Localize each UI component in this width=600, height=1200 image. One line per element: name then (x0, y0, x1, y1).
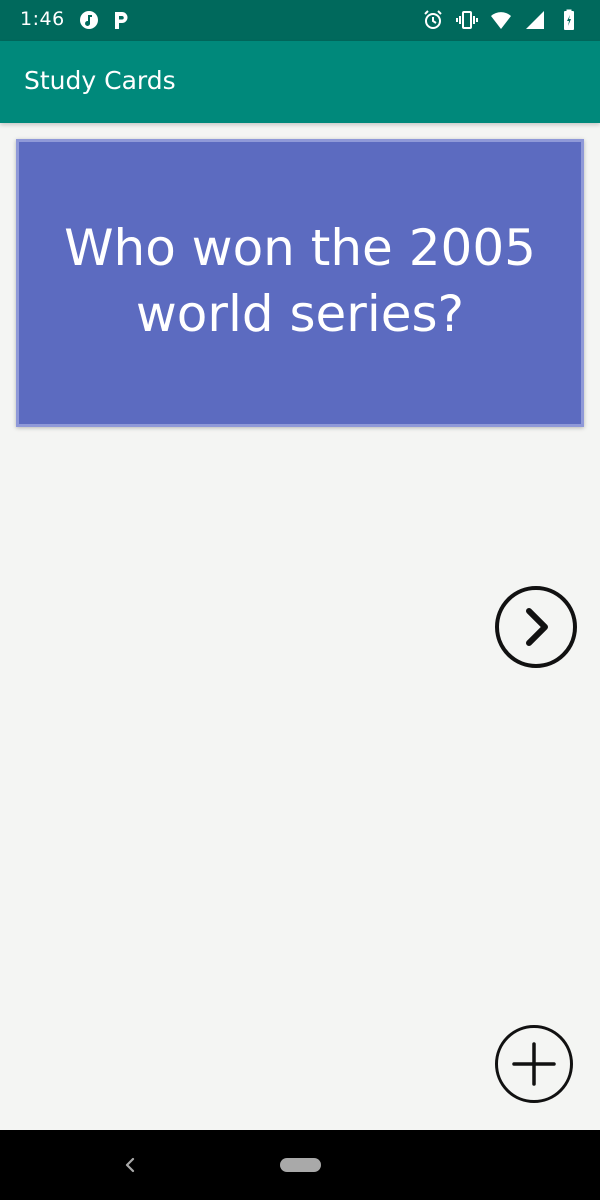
back-icon[interactable] (118, 1152, 142, 1178)
wifi-icon (491, 12, 511, 29)
next-card-button[interactable] (495, 586, 577, 668)
plus-circle-icon (512, 1042, 556, 1086)
battery-icon (564, 9, 574, 30)
add-card-button[interactable] (495, 1025, 573, 1103)
app-bar: Study Cards (0, 41, 600, 123)
flashcard[interactable]: Who won the 2005 world series? (16, 139, 584, 427)
alarm-icon (424, 10, 442, 29)
home-pill-button[interactable] (280, 1158, 321, 1172)
status-notification-icons (78, 9, 132, 31)
status-bar: 1:46 (0, 0, 600, 41)
status-system-icons (422, 9, 580, 31)
app-title: Study Cards (24, 66, 176, 95)
music-notification-icon (80, 11, 98, 29)
chevron-right-circle-icon (526, 608, 548, 646)
vibrate-icon (456, 11, 478, 29)
study-cards-screen: 1:46 Study Cards Who won the 2005 world … (0, 0, 600, 1200)
parking-p-icon (115, 12, 128, 29)
signal-icon (526, 11, 544, 29)
status-time: 1:46 (20, 8, 65, 30)
flashcard-question: Who won the 2005 world series? (64, 219, 536, 343)
